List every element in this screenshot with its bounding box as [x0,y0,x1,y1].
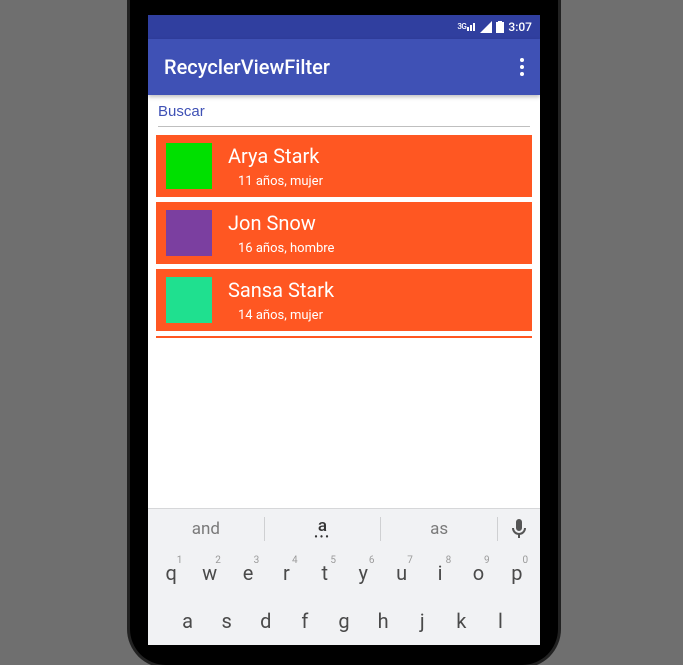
list-item[interactable] [156,336,532,338]
phone-frame: 3G 3:07 RecyclerViewFilter [130,0,558,665]
mic-button[interactable] [498,509,540,549]
list-item-name: Arya Stark [228,144,323,168]
list-item-name: Jon Snow [228,211,334,235]
list-item[interactable]: Arya Stark 11 años, mujer [156,135,532,197]
more-vert-icon [520,58,524,76]
key-y[interactable]: y6 [344,553,382,593]
suggestion[interactable]: and [148,509,264,549]
key-j[interactable]: j [403,601,442,641]
list-item-text: Sansa Stark 14 años, mujer [228,278,334,323]
key-g[interactable]: g [324,601,363,641]
key-r[interactable]: r4 [267,553,305,593]
key-i[interactable]: i8 [421,553,459,593]
status-time: 3:07 [508,20,532,34]
key-u[interactable]: u7 [382,553,420,593]
network-3g-icon: 3G [457,22,476,32]
key-p[interactable]: p0 [498,553,536,593]
key-w[interactable]: w2 [190,553,228,593]
list-item-subtitle: 14 años, mujer [228,308,334,323]
search-container [148,95,540,135]
key-h[interactable]: h [364,601,403,641]
key-q[interactable]: q1 [152,553,190,593]
list-item[interactable]: Jon Snow 16 años, hombre [156,202,532,264]
recycler-list[interactable]: Arya Stark 11 años, mujer Jon Snow 16 añ… [148,135,540,338]
screen: 3G 3:07 RecyclerViewFilter [148,15,540,645]
phone-bezel: 3G 3:07 RecyclerViewFilter [140,0,548,655]
status-bar: 3G 3:07 [148,15,540,39]
key-s[interactable]: s [207,601,246,641]
key-t[interactable]: t5 [306,553,344,593]
soft-keyboard[interactable]: and a ••• as q1w2e3r4t5y6u7i8o9 [148,508,540,645]
suggestion[interactable]: a ••• [265,509,381,549]
suggestion[interactable]: as [381,509,497,549]
app-title: RecyclerViewFilter [164,55,330,79]
list-item[interactable]: Sansa Stark 14 años, mujer [156,269,532,331]
list-item-subtitle: 16 años, hombre [228,241,334,256]
key-d[interactable]: d [246,601,285,641]
avatar-swatch [166,143,212,189]
ellipsis-icon: ••• [314,532,331,543]
list-item-subtitle: 11 años, mujer [228,174,323,189]
list-item-text: Arya Stark 11 años, mujer [228,144,323,189]
avatar-swatch [166,210,212,256]
keyboard-row: q1w2e3r4t5y6u7i8o9p0 [148,549,540,597]
search-input[interactable] [158,101,530,127]
signal-icon [480,21,492,33]
overflow-menu-button[interactable] [520,58,524,76]
key-o[interactable]: o9 [459,553,497,593]
key-a[interactable]: a [168,601,207,641]
key-e[interactable]: e3 [229,553,267,593]
suggestion-bar: and a ••• as [148,509,540,549]
mic-icon [511,519,527,539]
keyboard-row: asdfghjkl [148,597,540,645]
list-item-text: Jon Snow 16 años, hombre [228,211,334,256]
key-f[interactable]: f [285,601,324,641]
app-bar: RecyclerViewFilter [148,39,540,95]
key-l[interactable]: l [481,601,520,641]
key-k[interactable]: k [442,601,481,641]
avatar-swatch [166,277,212,323]
battery-icon [496,21,504,33]
list-item-name: Sansa Stark [228,278,334,302]
